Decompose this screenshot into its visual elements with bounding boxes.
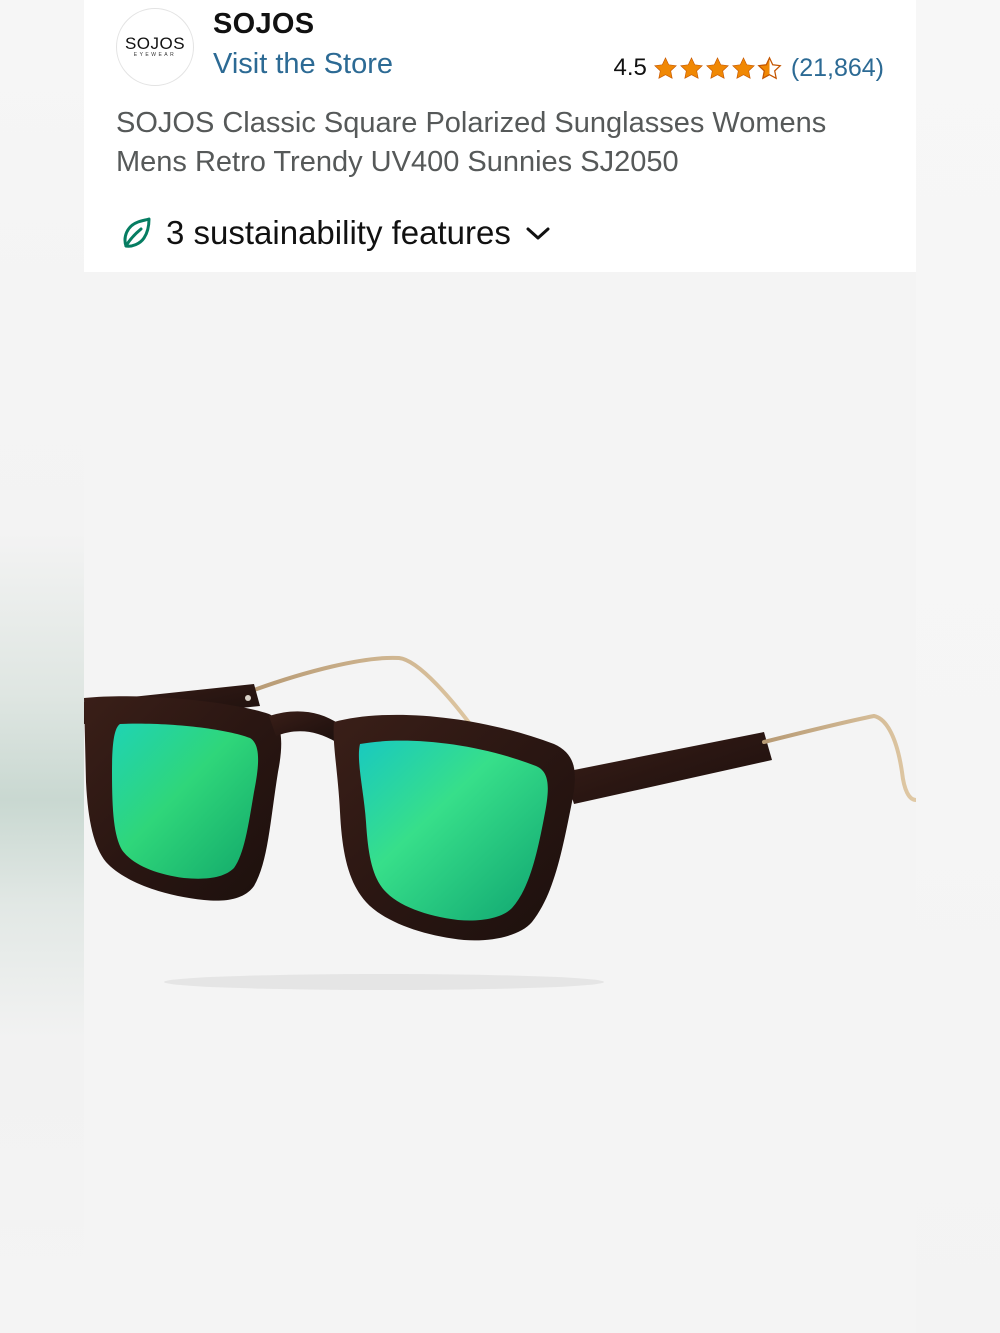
rating-value: 4.5 xyxy=(613,54,647,81)
right-backdrop xyxy=(916,0,1000,1333)
left-backdrop xyxy=(0,0,84,1333)
review-count-link[interactable]: (21,864) xyxy=(791,54,884,83)
sunglasses-product-image xyxy=(84,655,916,990)
product-image-area[interactable] xyxy=(84,272,916,1333)
brand-name[interactable]: SOJOS xyxy=(213,8,314,41)
product-title: SOJOS Classic Square Polarized Sunglasse… xyxy=(116,107,827,178)
star-icon xyxy=(653,56,677,79)
rating-summary[interactable]: 4.5 (21,864) xyxy=(614,52,885,84)
star-rating xyxy=(653,55,783,81)
product-page: SOJOS EYEWEAR SOJOS Visit the Store 4.5 … xyxy=(84,0,916,1333)
visit-store-link[interactable]: Visit the Store xyxy=(213,48,393,81)
brand-logo[interactable]: SOJOS EYEWEAR xyxy=(116,8,194,86)
chevron-down-icon xyxy=(526,227,550,240)
star-icon xyxy=(731,56,755,79)
product-header: SOJOS EYEWEAR SOJOS Visit the Store 4.5 … xyxy=(84,0,916,272)
sustainability-label: 3 sustainability features xyxy=(166,214,511,251)
star-icon xyxy=(705,56,729,79)
leaf-icon xyxy=(123,217,151,248)
sustainability-features-toggle[interactable]: 3 sustainability features xyxy=(118,210,553,256)
half-star-icon xyxy=(757,55,782,79)
star-icon xyxy=(679,56,703,79)
brand-logo-text: SOJOS xyxy=(124,34,186,53)
brand-logo-subtext: EYEWEAR xyxy=(133,52,177,58)
